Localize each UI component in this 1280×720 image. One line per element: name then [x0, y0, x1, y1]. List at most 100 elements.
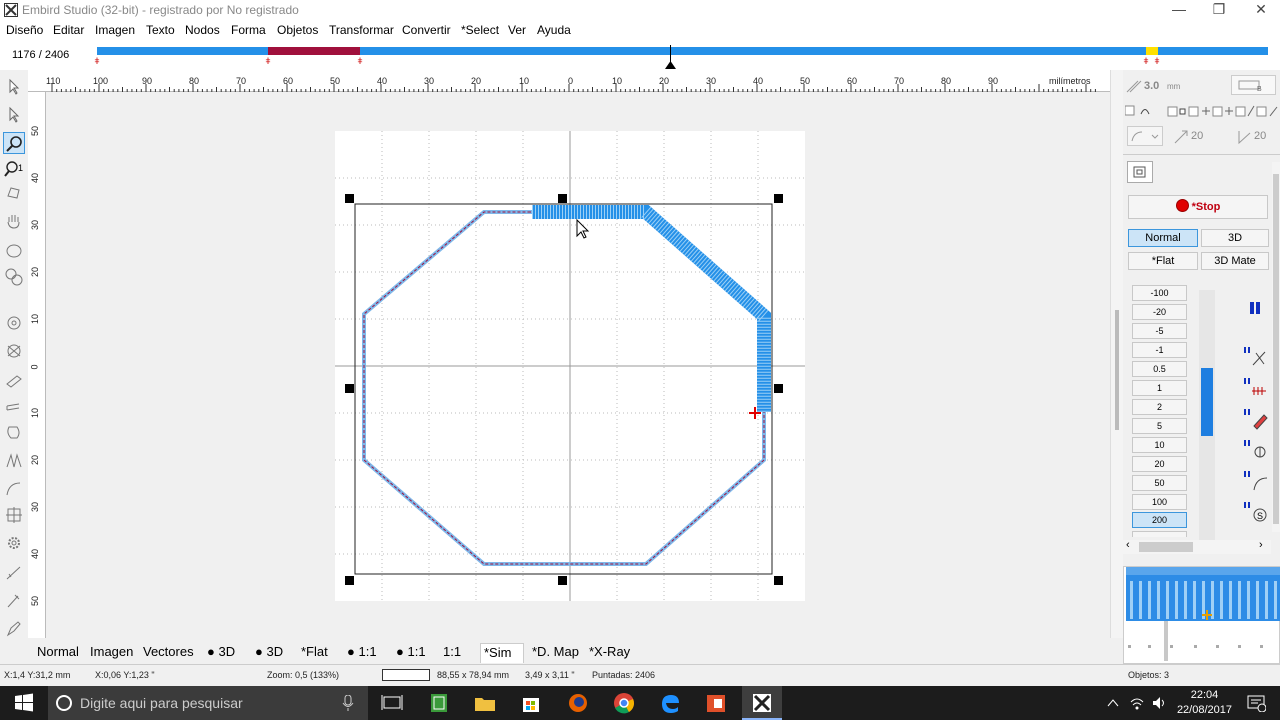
column-tool[interactable]	[3, 396, 25, 418]
slash-icon[interactable]	[1269, 106, 1278, 117]
curve-tool[interactable]	[3, 478, 25, 500]
menu-convertir[interactable]: Convertir	[402, 23, 451, 37]
curve-type-select[interactable]	[1127, 126, 1163, 146]
select-tool[interactable]	[3, 76, 25, 98]
step-button[interactable]: 5	[1132, 418, 1187, 434]
step-button[interactable]: 20	[1132, 456, 1187, 472]
close-button[interactable]: ✕	[1238, 0, 1280, 20]
step-button[interactable]: -5	[1132, 323, 1187, 339]
step-button[interactable]: -20	[1132, 304, 1187, 320]
green-app-icon[interactable]	[427, 691, 451, 715]
tab-flat[interactable]: *Flat	[298, 643, 331, 663]
design-canvas[interactable]	[46, 92, 1110, 638]
square-icon[interactable]	[1235, 106, 1246, 117]
tab-1to1-3d[interactable]: ● 1:1	[344, 643, 380, 663]
progress-slider-thumb-icon[interactable]	[665, 61, 676, 69]
sim-stop-button[interactable]: S	[1240, 499, 1270, 525]
step-button[interactable]: 50	[1132, 475, 1187, 491]
stitch-preview-window[interactable]	[1123, 566, 1280, 664]
applique-tool[interactable]	[3, 422, 25, 444]
tab-vectores[interactable]: Vectores	[140, 643, 197, 663]
notification-icon[interactable]	[1246, 694, 1266, 712]
offset-b-value[interactable]: 20	[1254, 130, 1266, 142]
scroll-left-icon[interactable]: ‹	[1126, 539, 1130, 551]
circle-tool[interactable]	[3, 312, 25, 334]
small-tool-row[interactable]	[1125, 104, 1280, 118]
resize-handle[interactable]	[774, 194, 783, 203]
taskbar-clock[interactable]: 22:04 22/08/2017	[1177, 688, 1232, 718]
speed-slider-thumb[interactable]	[1201, 368, 1213, 436]
menu-objetos[interactable]: Objetos	[277, 23, 318, 37]
tab-imagen[interactable]: Imagen	[87, 643, 136, 663]
menu-ver[interactable]: Ver	[508, 23, 526, 37]
taskbar-embird-active[interactable]	[742, 686, 782, 720]
sim-color-button[interactable]	[1240, 406, 1270, 432]
sim-curve-button[interactable]	[1240, 468, 1270, 494]
fill-tool[interactable]	[3, 450, 25, 472]
step-button[interactable]: 1	[1132, 380, 1187, 396]
step-button[interactable]: 10	[1132, 437, 1187, 453]
mode-flat-button[interactable]: *Flat	[1128, 252, 1198, 270]
freehand-tool[interactable]	[3, 182, 25, 204]
tray-chevron-up-icon[interactable]	[1106, 697, 1120, 709]
task-view-icon[interactable]	[380, 691, 404, 715]
tab-1to1-mate[interactable]: ● 1:1	[393, 643, 429, 663]
tab-xray[interactable]: *X-Ray	[586, 643, 633, 663]
color-stop-marker-icon[interactable]: ǂ	[1142, 57, 1150, 67]
panel-vertical-scrollbar[interactable]	[1272, 162, 1280, 532]
offset-a-value[interactable]: 20	[1191, 130, 1203, 142]
color-stop-marker-icon[interactable]: ǂ	[356, 57, 364, 67]
sim-trim-button[interactable]	[1240, 344, 1270, 370]
design-drawing[interactable]	[46, 92, 1110, 638]
mode-3d-mate-button[interactable]: 3D Mate	[1201, 252, 1269, 270]
resize-handle[interactable]	[774, 384, 783, 393]
simulator-tab[interactable]	[1127, 161, 1153, 183]
tab-3d[interactable]: ● 3D	[204, 643, 238, 663]
pattern-tool[interactable]	[3, 340, 25, 362]
resize-handle[interactable]	[774, 576, 783, 585]
resize-handle[interactable]	[345, 576, 354, 585]
slash-icon[interactable]	[1247, 105, 1255, 117]
stop-button[interactable]: *Stop	[1128, 195, 1268, 219]
menu-ayuda[interactable]: Ayuda	[537, 23, 571, 37]
gear-tool[interactable]	[3, 532, 25, 554]
store-icon[interactable]	[519, 691, 543, 715]
zoom-1to1-tool[interactable]: 1	[3, 158, 25, 180]
menu-imagen[interactable]: Imagen	[95, 23, 135, 37]
edge-icon[interactable]	[658, 691, 682, 715]
canvas-vertical-scrollbar[interactable]	[1110, 70, 1123, 638]
file-explorer-icon[interactable]	[473, 691, 497, 715]
firefox-icon[interactable]	[566, 691, 590, 715]
stroke-width-value[interactable]: 3.0	[1144, 80, 1159, 92]
restore-button[interactable]: ❐	[1196, 0, 1242, 20]
color-stop-marker-icon[interactable]: ǂ	[1153, 57, 1161, 67]
node-icon[interactable]	[1179, 108, 1186, 115]
menu-transformar[interactable]: Transformar	[329, 23, 394, 37]
pause-button[interactable]	[1240, 295, 1270, 321]
needle-tool[interactable]	[3, 590, 25, 612]
volume-icon[interactable]	[1151, 695, 1167, 711]
shape-group-tool[interactable]	[3, 266, 25, 288]
microphone-icon[interactable]	[342, 695, 354, 711]
crosshair-tool[interactable]	[3, 504, 25, 526]
chrome-icon[interactable]	[612, 691, 636, 715]
wifi-icon[interactable]	[1129, 695, 1145, 711]
shape-tool[interactable]	[3, 240, 25, 262]
checkbox-icon[interactable]	[1125, 105, 1135, 116]
ruler-tool[interactable]	[3, 618, 25, 640]
square-icon[interactable]	[1167, 106, 1178, 117]
step-button[interactable]: 100	[1132, 494, 1187, 510]
tab-sim[interactable]: *Sim	[480, 643, 524, 663]
square-icon[interactable]	[1212, 106, 1223, 117]
pattern-selector[interactable]: B	[1231, 75, 1276, 95]
color-stop-marker-icon[interactable]: ǂ	[93, 57, 101, 67]
step-button[interactable]: 2	[1132, 399, 1187, 415]
step-button[interactable]	[1132, 531, 1187, 537]
knife-tool[interactable]	[3, 562, 25, 584]
panel-horizontal-scrollbar[interactable]: ‹ ›	[1123, 539, 1271, 554]
tab-normal[interactable]: Normal	[34, 643, 82, 663]
menu-texto[interactable]: Texto	[146, 23, 175, 37]
mode-3d-button[interactable]: 3D	[1201, 229, 1269, 247]
square-icon[interactable]	[1188, 106, 1199, 117]
menu-nodos[interactable]: Nodos	[185, 23, 220, 37]
